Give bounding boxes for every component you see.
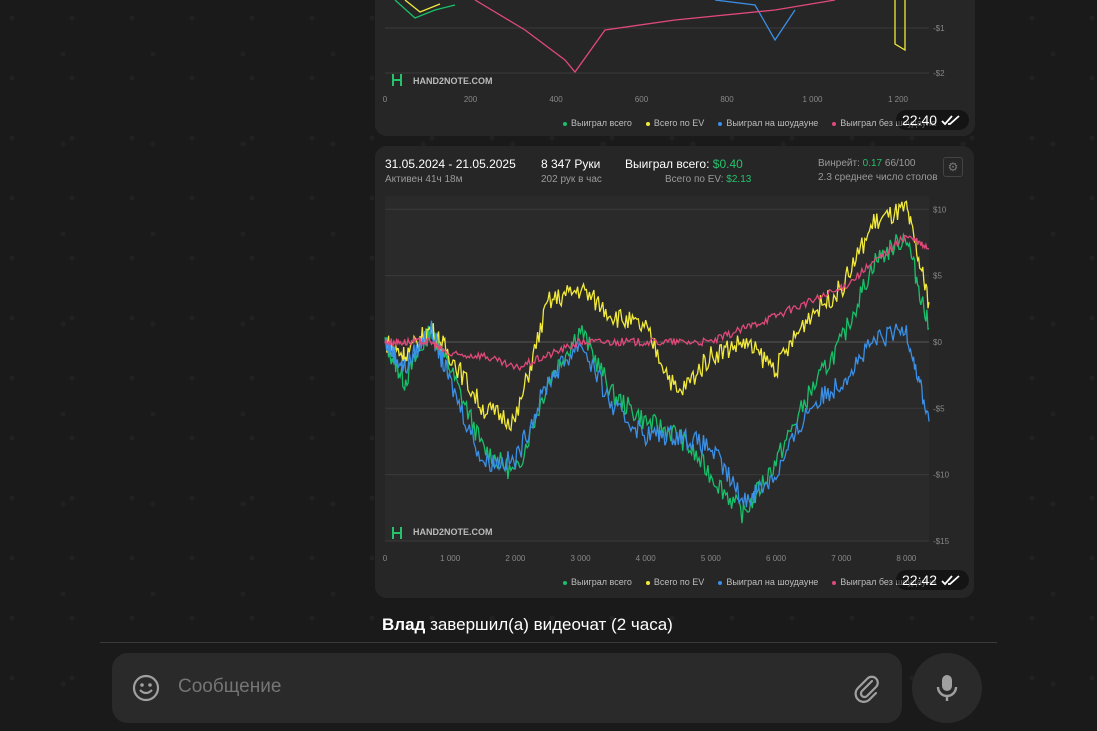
y-tick-label: -$15 [933,537,950,546]
x-tick-label: 6 000 [766,554,787,563]
watermark-text: HAND2NOTE.COM [413,76,493,86]
x-tick-label: 600 [635,95,649,104]
plot-area [385,196,929,541]
system-message-text: завершил(а) видеочат (2 часа) [430,615,673,634]
time-label: 22:40 [902,112,938,128]
x-tick-label: 200 [464,95,478,104]
divider [100,642,997,643]
double-check-icon [941,575,960,586]
paperclip-icon[interactable] [852,673,882,703]
watermark-text: HAND2NOTE.COM [413,527,493,537]
double-check-icon [941,115,960,126]
chart-1-svg: -$1 -$2 0 200 400 600 800 1 000 1 200 HAND2NOTE.C… [383,0,945,104]
legend-item: Выиграл на шоудауне [718,118,818,128]
y-tick-label: $0 [933,338,942,347]
x-tick-label: 800 [720,95,734,104]
x-tick-label: 7 000 [831,554,852,563]
message-composer [112,653,902,723]
series-line-3 [714,0,796,42]
message-bubble-chart-2[interactable]: 31.05.2024 - 21.05.2025 Активен 41ч 18м … [375,146,974,598]
x-tick-label: 1 000 [440,554,461,563]
message-time: 22:40 [896,110,970,130]
hand2note-logo-icon [392,74,402,86]
x-tick-label: 1 200 [888,95,909,104]
x-tick-label: 400 [549,95,563,104]
message-time: 22:42 [896,570,970,590]
voice-record-button[interactable] [912,653,982,723]
legend-item: Выиграл всего [563,577,632,587]
system-message: Влад завершил(а) видеочат (2 часа) [382,615,673,635]
microphone-icon [936,675,958,701]
y-tick-label: -$2 [933,69,945,78]
x-tick-label: 5 000 [701,554,722,563]
time-label: 22:42 [902,572,938,588]
legend-item: Всего по EV [645,118,704,128]
chart-2-legend: Выиграл всего Всего по EV Выиграл на шоу… [563,577,936,587]
series-line-4 [474,0,836,74]
legend-item: Выиграл всего [563,118,632,128]
x-tick-label: 3 000 [571,554,592,563]
chart-1-legend: Выиграл всего Всего по EV Выиграл на шоу… [563,118,936,128]
chart-card-2: 31.05.2024 - 21.05.2025 Активен 41ч 18м … [375,146,974,598]
system-message-author[interactable]: Влад [382,615,425,634]
y-tick-label: -$10 [933,471,950,480]
x-tick-label: 4 000 [636,554,657,563]
legend-item: Всего по EV [645,577,704,587]
chart-card-1: -$1 -$2 0 200 400 600 800 1 000 1 200 HAND2NOTE.C… [375,0,975,136]
legend-item: Выиграл на шоудауне [718,577,818,587]
y-tick-label: -$5 [933,404,945,413]
series-line-1 [394,0,456,19]
x-tick-label: 2 000 [505,554,526,563]
emoji-icon[interactable] [132,674,160,702]
x-tick-label: 0 [383,95,388,104]
y-tick-label: -$1 [933,24,945,33]
series-line-2b [894,0,906,52]
y-tick-label: $10 [933,205,947,214]
message-bubble-chart-1[interactable]: -$1 -$2 0 200 400 600 800 1 000 1 200 HAND2NOTE.C… [375,0,975,136]
message-input[interactable] [176,675,820,699]
chart-2-svg: $10 $5 $0 -$5 -$10 -$15 0 1 000 2 000 3 000 4 000 5… [383,196,950,563]
y-tick-label: $5 [933,272,942,281]
x-tick-label: 8 000 [896,554,917,563]
x-tick-label: 0 [383,554,388,563]
x-tick-label: 1 000 [802,95,823,104]
